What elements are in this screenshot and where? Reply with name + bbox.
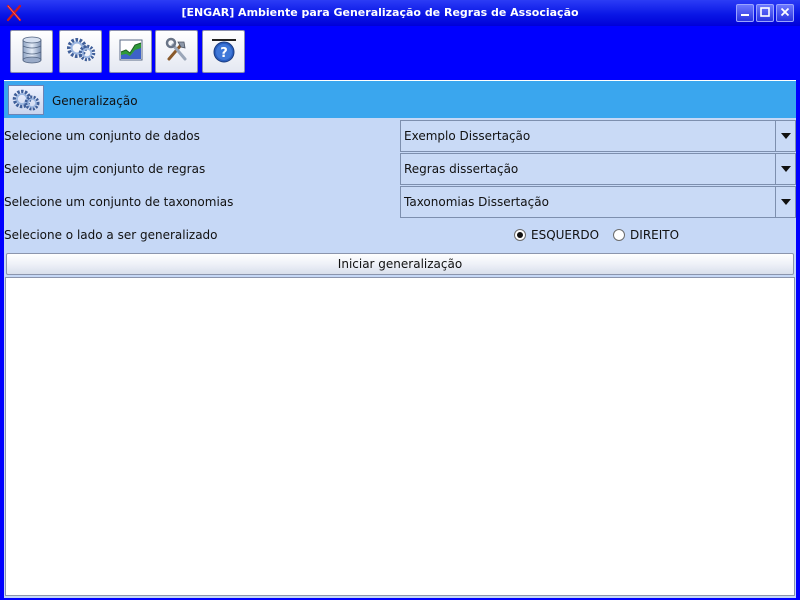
chevron-down-icon[interactable] — [775, 154, 795, 184]
title-bar[interactable]: [ENGAR] Ambiente para Generalização de R… — [0, 0, 800, 26]
radio-esquerdo[interactable]: ESQUERDO — [514, 228, 599, 242]
close-icon — [779, 6, 791, 21]
svg-text:?: ? — [220, 46, 228, 61]
minimize-button[interactable] — [736, 4, 754, 22]
taxonomy-select[interactable]: Taxonomias Dissertação — [400, 186, 796, 218]
radio-button-selected[interactable] — [514, 229, 526, 241]
database-icon — [17, 35, 47, 68]
output-area[interactable] — [5, 277, 795, 596]
radio-direito[interactable]: DIREITO — [613, 228, 679, 242]
chevron-down-icon[interactable] — [775, 121, 795, 151]
dataset-label: Selecione um conjunto de dados — [4, 129, 200, 143]
rules-select[interactable]: Regras dissertação — [400, 153, 796, 185]
close-button[interactable] — [776, 4, 794, 22]
chart-icon — [116, 35, 146, 68]
radio-esquerdo-label: ESQUERDO — [531, 228, 600, 242]
chevron-down-icon[interactable] — [775, 187, 795, 217]
chart-button[interactable] — [109, 30, 152, 73]
database-button[interactable] — [10, 30, 53, 73]
help-button[interactable]: ? — [202, 30, 245, 73]
dataset-select[interactable]: Exemplo Dissertação — [400, 120, 796, 152]
section-header: Generalização — [4, 80, 796, 118]
window-title: [ENGAR] Ambiente para Generalização de R… — [181, 6, 579, 19]
taxonomy-select-value: Taxonomias Dissertação — [404, 195, 549, 209]
minimize-icon — [739, 6, 751, 21]
tools-icon — [162, 35, 192, 68]
app-x-icon[interactable] — [5, 4, 23, 22]
maximize-icon — [759, 6, 771, 21]
form-panel: Selecione um conjunto de dados Exemplo D… — [4, 118, 796, 598]
generalization-button[interactable] — [59, 30, 102, 73]
section-gears-icon — [8, 85, 44, 115]
app-window: [ENGAR] Ambiente para Generalização de R… — [0, 0, 800, 600]
radio-button[interactable] — [613, 229, 626, 241]
help-icon: ? — [209, 35, 239, 68]
dataset-select-value: Exemplo Dissertação — [404, 129, 531, 143]
side-label: Selecione o lado a ser generalizado — [4, 228, 218, 242]
tools-button[interactable] — [155, 30, 198, 73]
gears-icon — [66, 35, 96, 68]
rules-label: Selecione ujm conjunto de regras — [4, 162, 206, 176]
toolbar: ? — [0, 26, 800, 78]
start-generalization-button[interactable]: Iniciar generalização — [6, 253, 794, 275]
side-radio-group: ESQUERDO DIREITO — [514, 224, 693, 246]
rules-select-value: Regras dissertação — [404, 162, 519, 176]
maximize-button[interactable] — [756, 4, 774, 22]
radio-direito-label: DIREITO — [630, 228, 680, 242]
taxonomy-label: Selecione um conjunto de taxonomias — [4, 195, 234, 209]
section-title: Generalização — [52, 94, 138, 108]
